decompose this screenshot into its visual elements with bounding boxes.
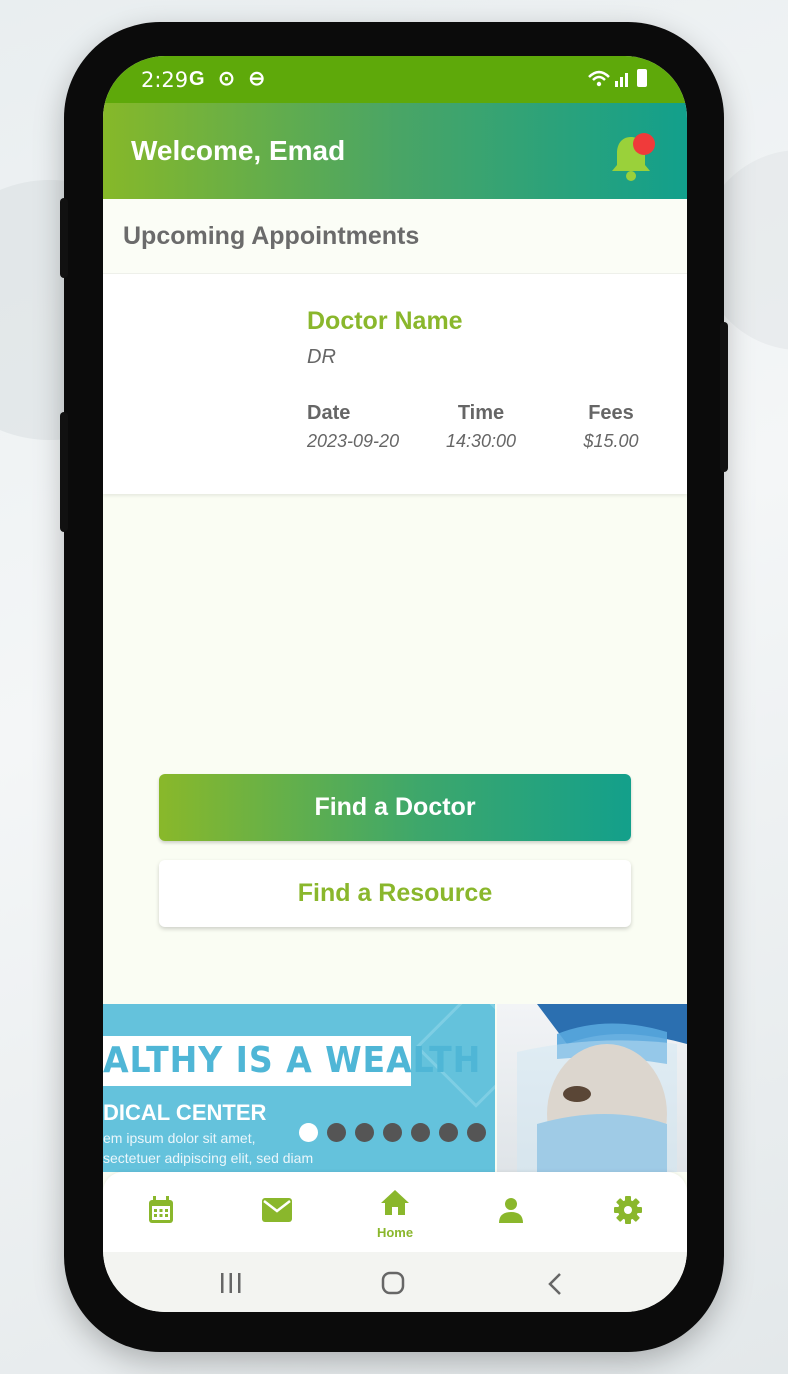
home-icon (381, 1190, 409, 1215)
time-label: Time (457, 402, 505, 424)
carousel-indicators (299, 1123, 486, 1142)
carousel-dot[interactable] (439, 1123, 458, 1142)
nav-messages[interactable] (257, 1190, 297, 1230)
time-value: 14:30:00 (445, 431, 517, 451)
slide-body-line: sectetuer adipiscing elit, sed diam (103, 1150, 314, 1166)
nav-profile[interactable] (491, 1190, 531, 1230)
signal-icon (588, 69, 647, 87)
promo-carousel[interactable]: ALTHY IS A WEALTH DICAL CENTER em ipsum … (103, 1004, 687, 1172)
find-resource-button[interactable]: Find a Resource (159, 860, 631, 927)
status-notification-icons: G ⊙ ⊖ (189, 68, 270, 90)
nav-appointments[interactable] (141, 1190, 181, 1230)
doctor-title: DR (307, 346, 336, 368)
status-bar: 2:29 G ⊙ ⊖ (103, 56, 687, 103)
carousel-dot[interactable] (467, 1123, 486, 1142)
carousel-dot[interactable] (327, 1123, 346, 1142)
welcome-title: Welcome, Emad (131, 135, 346, 166)
fees-value: $15.00 (583, 431, 639, 451)
carousel-slide: ALTHY IS A WEALTH DICAL CENTER em ipsum … (103, 1004, 495, 1172)
carousel-slide-photo (497, 1004, 687, 1172)
recent-apps-icon[interactable] (219, 1272, 243, 1294)
status-system-icons (587, 67, 651, 94)
system-navigation-bar (103, 1252, 687, 1312)
notification-badge (633, 133, 655, 155)
fees-label: Fees (588, 402, 634, 424)
bottom-navigation: Home (103, 1172, 687, 1252)
person-icon (499, 1198, 523, 1223)
appointments-section-header: Upcoming Appointments (103, 199, 687, 274)
carousel-dot[interactable] (355, 1123, 374, 1142)
app-screen: 2:29 G ⊙ ⊖ Welcome, Emad Upcoming Appoin… (103, 56, 687, 1312)
fees-column: Fees $15.00 (579, 402, 643, 452)
carousel-dot[interactable] (411, 1123, 430, 1142)
mail-icon (262, 1198, 292, 1222)
date-label: Date (307, 402, 351, 424)
find-doctor-button[interactable]: Find a Doctor (159, 774, 631, 841)
carousel-dot[interactable] (383, 1123, 402, 1142)
volume-button (60, 412, 68, 532)
home-circle-icon[interactable] (381, 1271, 405, 1295)
back-icon[interactable] (547, 1272, 563, 1296)
date-value: 2023-09-20 (307, 431, 400, 451)
section-title: Upcoming Appointments (123, 222, 420, 250)
nav-home[interactable] (375, 1182, 415, 1222)
slide-headline: ALTHY IS A WEALTH (103, 1040, 482, 1081)
date-column: Date 2023-09-20 (307, 402, 399, 452)
carousel-dot-active[interactable] (299, 1123, 318, 1142)
app-header: Welcome, Emad (103, 103, 687, 199)
nav-settings[interactable] (608, 1190, 648, 1230)
slide-subtitle: DICAL CENTER (103, 1100, 267, 1125)
status-time: 2:29 (141, 68, 189, 92)
gear-icon (614, 1196, 642, 1224)
slide-body-line: em ipsum dolor sit amet, (103, 1130, 256, 1146)
time-column: Time 14:30:00 (441, 402, 521, 452)
nav-home-label: Home (376, 1225, 414, 1240)
power-button (720, 322, 728, 472)
medical-worker-image (517, 1004, 687, 1172)
doctor-name: Doctor Name (307, 307, 463, 335)
appointment-card[interactable]: Doctor Name DR Date 2023-09-20 Time 14:3… (103, 274, 687, 494)
volume-button (60, 198, 68, 278)
calendar-icon (149, 1196, 173, 1223)
